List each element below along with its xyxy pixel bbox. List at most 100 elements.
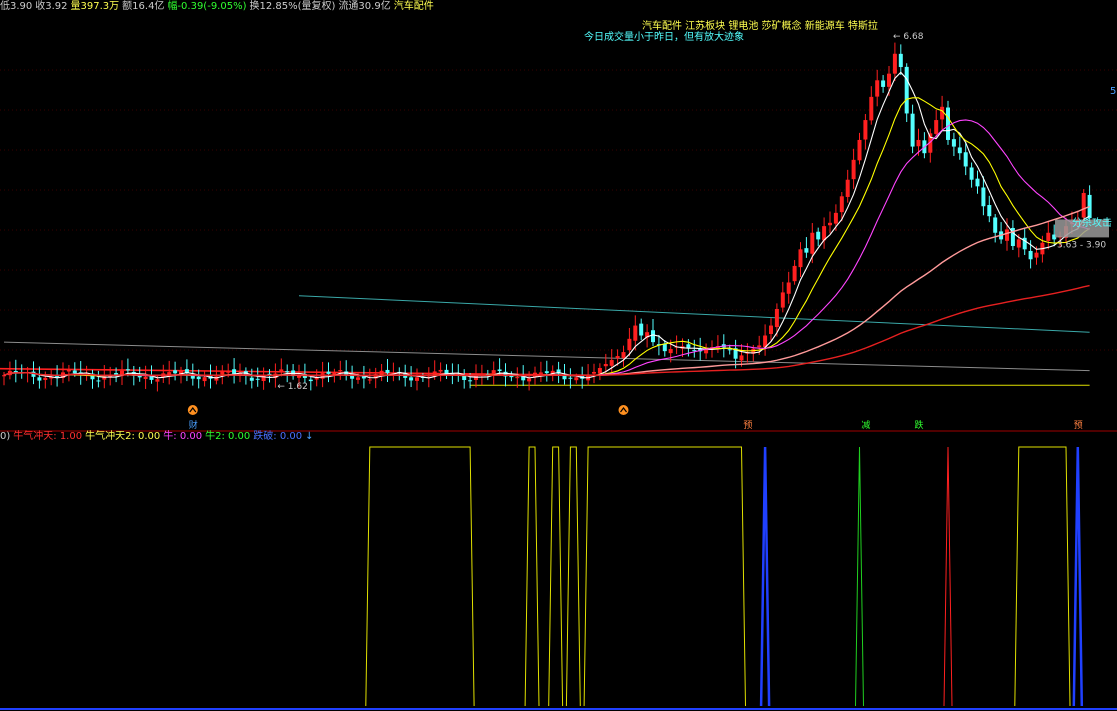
header-amount: 额16.4亿 [122, 1, 165, 12]
candle-body [409, 377, 414, 381]
header-volume: 量397.3万 [70, 1, 120, 12]
candle-body [367, 379, 372, 381]
candle-body [975, 178, 980, 187]
candle-body [639, 323, 644, 336]
candle-body [173, 370, 178, 374]
indicator-header: 0) 牛气冲天: 1.00 牛气冲天2: 0.00 牛: 0.00 牛2: 0.00 跌破… [0, 430, 317, 444]
candle-body [904, 66, 909, 114]
indicator-value-2: 牛气冲天2: 0.00 [85, 431, 161, 442]
candle-body [757, 345, 762, 348]
candle-body [892, 53, 897, 74]
candle-body [851, 159, 856, 180]
candle-body [727, 349, 732, 351]
signal-arrow-icon [187, 405, 198, 415]
candle-body [279, 369, 284, 372]
header-low: 低3.90 [0, 1, 33, 12]
candle-body [114, 373, 119, 375]
candle-body [833, 212, 838, 224]
indicator-arrow: ↓ [305, 431, 314, 442]
candle-body [969, 167, 974, 180]
candle-body [1028, 250, 1033, 260]
candle-body [804, 248, 809, 253]
event-marker: 跌 [915, 420, 924, 431]
range-label: 3.63 - 3.90 [1057, 240, 1106, 250]
indicator-yellow-series [524, 446, 540, 707]
candle-body [285, 371, 290, 373]
candle-body [202, 377, 207, 382]
trendline [298, 295, 1090, 333]
indicator-yellow-series [565, 446, 581, 707]
candle-body [609, 360, 614, 366]
candle-body [143, 376, 148, 380]
candle-body [474, 375, 478, 380]
candle-body [308, 379, 313, 382]
candle-body [869, 96, 874, 121]
candle-body [668, 349, 673, 354]
candle-body [686, 344, 691, 349]
candle-body [96, 380, 101, 382]
candle-body [633, 325, 638, 341]
candle-body [497, 369, 502, 372]
indicator-yellow-series [583, 446, 746, 707]
indicator-blue-spike [1072, 446, 1084, 707]
candle-body [125, 369, 130, 371]
candle-body [898, 53, 903, 68]
indicator-panel [365, 446, 1084, 707]
candle-body [692, 350, 697, 352]
candle-body [875, 80, 880, 97]
candle-body [438, 369, 443, 372]
ma20-line [3, 119, 1090, 377]
zone-label: 分杀攻击 [1072, 218, 1112, 229]
candle-body [226, 371, 231, 373]
header-sector: 汽车配件 [393, 1, 434, 12]
candle-body [255, 378, 260, 380]
event-marker: 减 [861, 419, 870, 431]
header-close: 收3.92 [35, 1, 68, 12]
candle-body [839, 196, 844, 213]
candle-body [220, 370, 225, 375]
candle-body [66, 369, 71, 372]
indicator-value-5: 跌破: 0.00 [253, 431, 303, 442]
candle-body [792, 265, 797, 282]
ma60-line [3, 205, 1090, 377]
candle-body [987, 205, 992, 217]
price-header: 低3.90 收3.92 量397.3万 额16.4亿 幅-0.39(-9.05%) 换12… [0, 0, 437, 14]
header-float: 流通30.9亿 [338, 1, 391, 12]
candle-body [538, 372, 543, 374]
candle-body [816, 231, 821, 240]
candle-body [37, 377, 42, 381]
candle-body [951, 139, 956, 147]
candle-body [621, 352, 626, 358]
candle-body [739, 355, 744, 361]
candle-body [863, 120, 868, 140]
candle-body [963, 152, 968, 167]
candle-body [544, 371, 549, 374]
candle-body [232, 369, 237, 374]
candle-body [597, 367, 602, 374]
candle-body [887, 73, 891, 87]
candle-body [857, 139, 862, 161]
candlesticks [2, 42, 1092, 392]
candle-body [1005, 229, 1009, 241]
chart-grid [0, 69, 1117, 710]
right-edge-label: 5 [1110, 86, 1117, 97]
candle-body [568, 377, 573, 379]
event-markers: 财预减跌预 [187, 405, 1083, 431]
indicator-yellow-series [1014, 446, 1071, 707]
candle-body [798, 249, 803, 268]
candle-body [946, 107, 950, 140]
candle-body [910, 113, 915, 147]
candle-body [627, 338, 632, 351]
candle-body [828, 222, 832, 226]
candle-body [786, 282, 791, 294]
candle-body [993, 217, 998, 233]
candle-body [468, 380, 473, 382]
header-change: 幅-0.39(-9.05%) [167, 1, 247, 12]
candle-body [356, 377, 360, 380]
candle-body [527, 378, 532, 382]
header-turnover: 换12.85%(量复权) [249, 1, 336, 12]
indicator-yellow-series [548, 446, 564, 707]
ma5-line [3, 71, 1090, 379]
ma10-line [3, 97, 1090, 377]
candle-body [155, 379, 160, 382]
